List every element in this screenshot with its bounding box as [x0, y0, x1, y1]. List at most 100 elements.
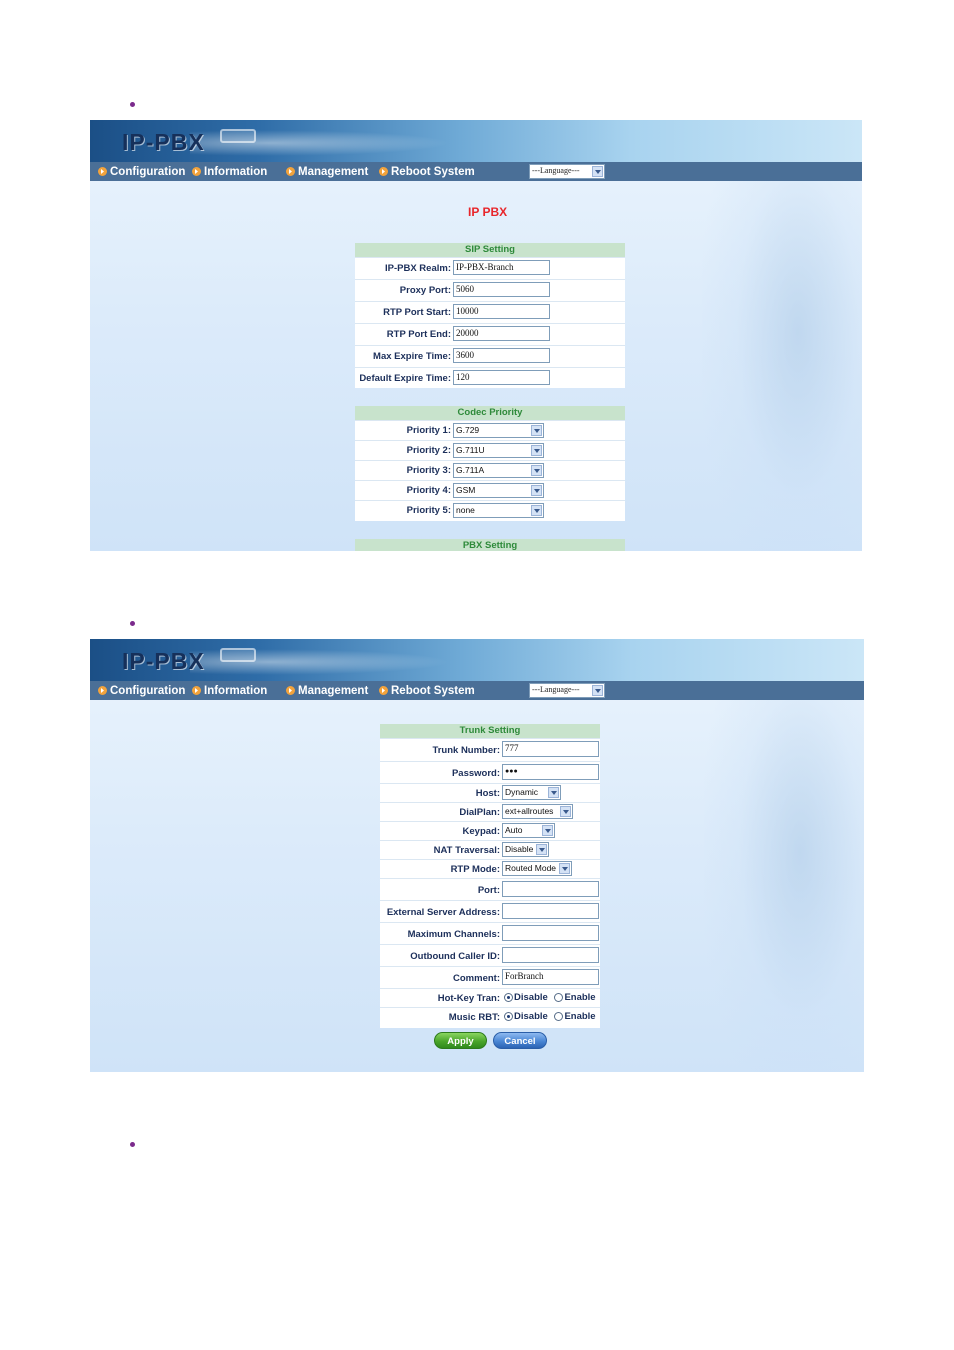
- nav-management[interactable]: Management: [286, 164, 368, 179]
- field-label: Maximum Channels:: [407, 929, 500, 940]
- arrow-right-icon: [286, 167, 295, 176]
- form-row: Priority 5: none: [355, 500, 625, 520]
- field-label: Priority 2:: [406, 445, 451, 456]
- proxy-port-input[interactable]: 5060: [453, 282, 550, 297]
- logo-decoration: [220, 129, 256, 143]
- nav-label: Configuration: [110, 684, 186, 697]
- priority-4-select[interactable]: GSM: [453, 483, 544, 498]
- form-row: Port:: [380, 878, 600, 900]
- nav-label: Reboot System: [391, 684, 475, 697]
- form-row: DialPlan: ext+allroutes: [380, 802, 600, 821]
- nat-traversal-select[interactable]: Disable: [502, 842, 549, 857]
- rtp-port-start-input[interactable]: 10000: [453, 304, 550, 319]
- max-expire-input[interactable]: 3600: [453, 348, 550, 363]
- external-server-input[interactable]: [502, 903, 599, 919]
- port-input[interactable]: [502, 881, 599, 897]
- radio-enable[interactable]: [554, 1012, 564, 1021]
- form-row: Outbound Caller ID:: [380, 944, 600, 966]
- field-label: Max Expire Time:: [373, 351, 451, 362]
- chevron-down-icon: [592, 166, 603, 177]
- comment-input[interactable]: ForBranch: [502, 969, 599, 985]
- field-label: Default Expire Time:: [359, 373, 451, 384]
- bullet-3: [130, 1142, 135, 1147]
- chevron-down-icon: [531, 425, 542, 436]
- arrow-right-icon: [98, 686, 107, 695]
- realm-input[interactable]: IP-PBX-Branch: [453, 260, 550, 275]
- field-label: IP-PBX Realm:: [385, 263, 451, 274]
- top-nav: Configuration Information Management Reb…: [90, 681, 864, 700]
- field-label: RTP Port End:: [386, 329, 451, 340]
- arrow-right-icon: [286, 686, 295, 695]
- panel-heading: PBX Setting: [355, 539, 625, 551]
- field-label: Music RBT:: [448, 1012, 500, 1023]
- field-label: Outbound Caller ID:: [410, 951, 500, 962]
- form-row: Priority 1: G.729: [355, 420, 625, 440]
- form-row: Priority 4: GSM: [355, 480, 625, 500]
- form-row: IP-PBX Realm: IP-PBX-Branch: [355, 257, 625, 279]
- field-label: Port:: [477, 885, 500, 896]
- nav-reboot-system[interactable]: Reboot System: [379, 683, 475, 698]
- nav-configuration[interactable]: Configuration: [98, 683, 185, 698]
- app-logo: IP-PBX: [122, 129, 205, 155]
- dialplan-select[interactable]: ext+allroutes: [502, 804, 573, 819]
- nav-information[interactable]: Information: [192, 683, 267, 698]
- cancel-button[interactable]: Cancel: [493, 1032, 547, 1049]
- keypad-select[interactable]: Auto: [502, 823, 555, 838]
- nav-configuration[interactable]: Configuration: [98, 164, 185, 179]
- pbx-setting-panel: PBX Setting: [355, 539, 625, 551]
- select-value: Disable: [505, 844, 534, 854]
- field-label: Priority 3:: [406, 465, 451, 476]
- password-input[interactable]: ●●●: [502, 764, 599, 780]
- page-title: IP PBX: [468, 205, 508, 219]
- chevron-down-icon: [536, 844, 547, 855]
- panel-heading: Codec Priority: [355, 406, 625, 420]
- language-select[interactable]: ---Language---: [529, 683, 605, 698]
- form-row: Host: Dynamic: [380, 783, 600, 802]
- field-label: NAT Traversal:: [433, 845, 500, 856]
- background-swirl: [704, 679, 864, 1072]
- bullet-2: [130, 621, 135, 626]
- field-label: External Server Address:: [386, 907, 500, 918]
- max-channels-input[interactable]: [502, 925, 599, 941]
- nav-information[interactable]: Information: [192, 164, 267, 179]
- form-row: Priority 3: G.711A: [355, 460, 625, 480]
- nav-label: Information: [204, 165, 268, 178]
- form-row: Password: ●●●: [380, 761, 600, 783]
- form-row: RTP Port End: 20000: [355, 323, 625, 345]
- priority-3-select[interactable]: G.711A: [453, 463, 544, 478]
- select-value: G.729: [456, 425, 480, 435]
- form-row: RTP Mode: Routed Mode: [380, 859, 600, 878]
- form-row: Maximum Channels:: [380, 922, 600, 944]
- priority-5-select[interactable]: none: [453, 503, 544, 518]
- host-select[interactable]: Dynamic: [502, 785, 561, 800]
- nav-label: Configuration: [110, 165, 186, 178]
- field-label: Hot-Key Tran:: [437, 993, 500, 1004]
- screenshot-ip-pbx-sip: IP-PBX Configuration Information Managem…: [90, 120, 862, 551]
- codec-priority-panel: Codec Priority Priority 1: G.729 Priorit…: [355, 406, 625, 521]
- hotkey-radio-group: Disable Enable: [504, 992, 600, 1003]
- radio-disable[interactable]: [504, 993, 513, 1002]
- trunk-number-input[interactable]: 777: [502, 741, 599, 757]
- rtp-mode-select[interactable]: Routed Mode: [502, 861, 572, 876]
- priority-2-select[interactable]: G.711U: [453, 443, 544, 458]
- default-expire-input[interactable]: 120: [453, 370, 550, 385]
- nav-management[interactable]: Management: [286, 683, 368, 698]
- screenshot-trunk-setting: IP-PBX Configuration Information Managem…: [90, 639, 864, 1072]
- field-label: Keypad:: [462, 826, 500, 837]
- field-label: Trunk Number:: [432, 745, 500, 756]
- select-value: G.711A: [456, 465, 485, 475]
- caller-id-input[interactable]: [502, 947, 599, 963]
- language-select[interactable]: ---Language---: [529, 164, 605, 179]
- form-row: RTP Port Start: 10000: [355, 301, 625, 323]
- nav-reboot-system[interactable]: Reboot System: [379, 164, 475, 179]
- field-label: Priority 5:: [406, 505, 451, 516]
- header-banner: IP-PBX: [90, 639, 864, 681]
- chevron-down-icon: [531, 465, 542, 476]
- rtp-port-end-input[interactable]: 20000: [453, 326, 550, 341]
- radio-disable[interactable]: [504, 1012, 513, 1021]
- priority-1-select[interactable]: G.729: [453, 423, 544, 438]
- radio-enable[interactable]: [554, 993, 564, 1002]
- form-row: External Server Address:: [380, 900, 600, 922]
- apply-button[interactable]: Apply: [434, 1032, 487, 1049]
- chevron-down-icon: [531, 485, 542, 496]
